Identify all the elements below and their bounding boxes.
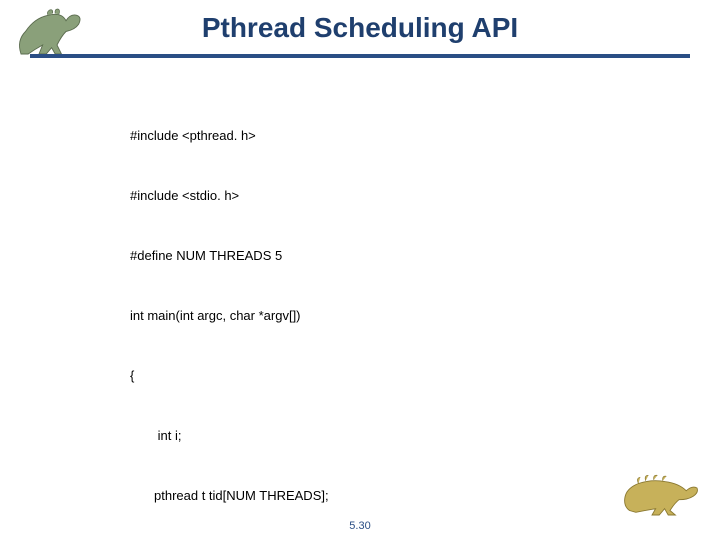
code-line: #define NUM THREADS 5 [130, 246, 670, 266]
code-line: pthread t tid[NUM THREADS]; [130, 486, 670, 506]
code-line: { [130, 366, 670, 386]
code-block: #include <pthread. h> #include <stdio. h… [130, 86, 670, 540]
code-line: #include <stdio. h> [130, 186, 670, 206]
page-title: Pthread Scheduling API [0, 12, 720, 44]
code-line: int main(int argc, char *argv[]) [130, 306, 670, 326]
dinosaur-right-icon [616, 465, 706, 520]
slide: Pthread Scheduling API #include <pthread… [0, 0, 720, 540]
code-line: #include <pthread. h> [130, 126, 670, 146]
page-number: 5.30 [0, 520, 720, 532]
code-line: int i; [130, 426, 670, 446]
title-underline [30, 54, 690, 58]
